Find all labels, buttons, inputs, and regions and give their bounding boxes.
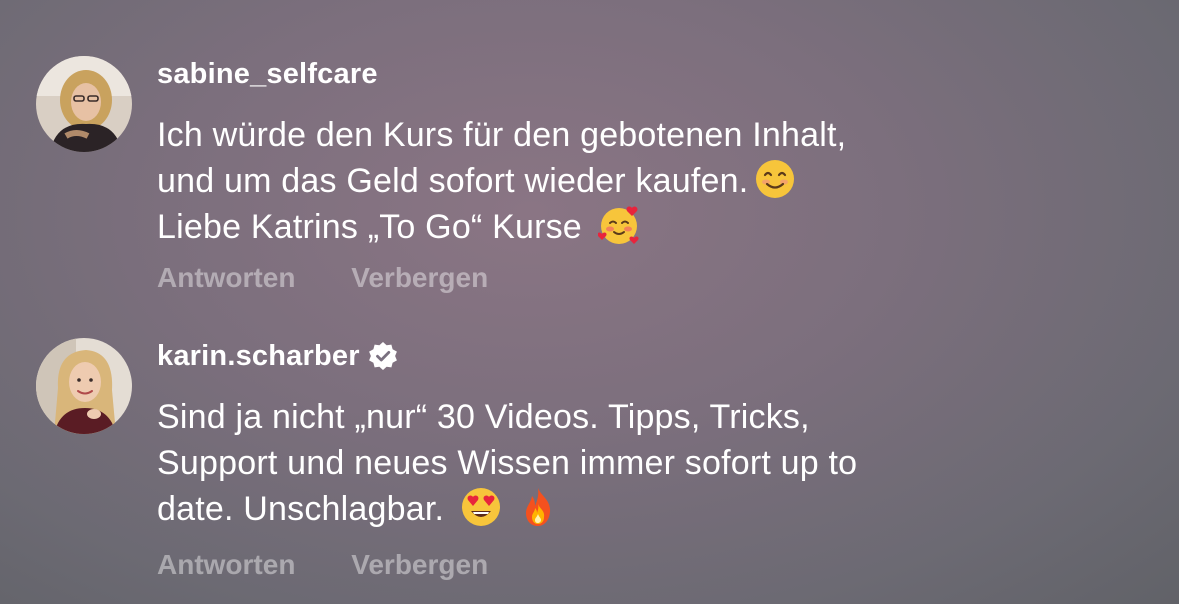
hide-button[interactable]: Verbergen: [351, 262, 488, 294]
comment-actions: Antworten Verbergen: [157, 549, 536, 581]
reply-button[interactable]: Antworten: [157, 549, 295, 581]
comment-actions: Antworten Verbergen: [157, 262, 536, 294]
avatar-image: [36, 56, 132, 152]
comment-text: Sind ja nicht „nur“ 30 Videos. Tipps, Tr…: [157, 394, 1117, 532]
fire-icon: [517, 486, 559, 528]
heart-eyes-icon: [460, 486, 502, 528]
username[interactable]: sabine_selfcare: [157, 58, 378, 91]
comment-line: und um das Geld sofort wieder kaufen.: [157, 162, 749, 200]
avatar-image: [36, 338, 132, 434]
comment-line: Ich würde den Kurs für den gebotenen Inh…: [157, 116, 847, 154]
comment-line: date. Unschlagbar.: [157, 490, 445, 528]
comment-line: Liebe Katrins „To Go“ Kurse: [157, 208, 582, 246]
comment-line: Support und neues Wissen immer sofort up…: [157, 444, 858, 482]
username[interactable]: karin.scharber: [157, 340, 360, 373]
smiling-face-icon: [754, 158, 796, 200]
verified-badge-icon: [368, 341, 398, 371]
comment-text: Ich würde den Kurs für den gebotenen Inh…: [157, 112, 1117, 250]
avatar[interactable]: [36, 56, 132, 152]
smiling-face-with-hearts-icon: [597, 204, 640, 246]
reply-button[interactable]: Antworten: [157, 262, 295, 294]
avatar[interactable]: [36, 338, 132, 434]
comment-line: Sind ja nicht „nur“ 30 Videos. Tipps, Tr…: [157, 398, 810, 436]
hide-button[interactable]: Verbergen: [351, 549, 488, 581]
